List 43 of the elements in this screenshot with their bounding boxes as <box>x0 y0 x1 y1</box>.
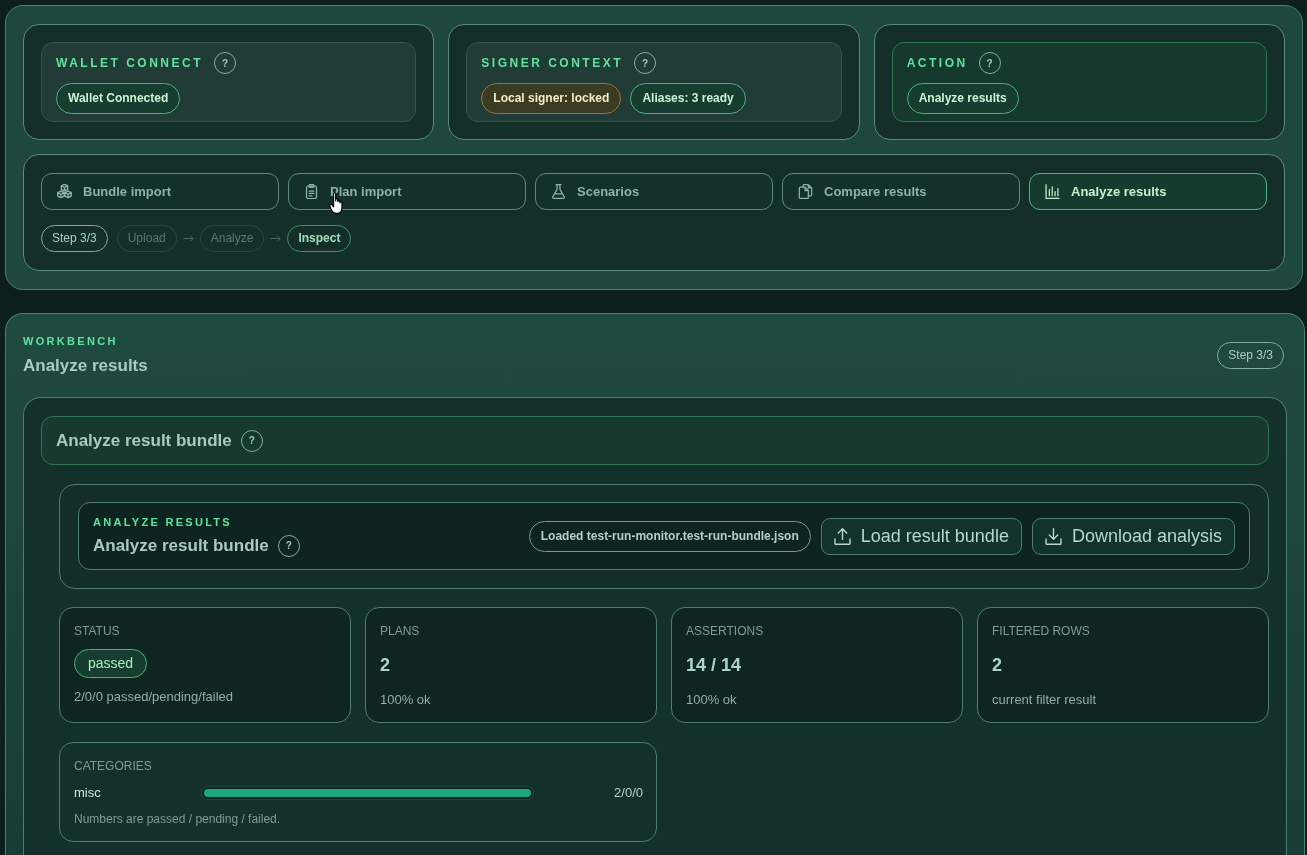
status-badge: Wallet Connected <box>56 83 181 114</box>
stat-label: STATUS <box>74 624 120 638</box>
status-badge: passed <box>74 649 148 678</box>
page-title: Analyze results <box>23 356 148 376</box>
section-label: ACTION <box>906 56 968 70</box>
footnote-text: Numbers are passed / pending / failed. <box>74 812 282 826</box>
arrow-right-icon <box>182 235 194 242</box>
download-icon <box>1044 527 1062 545</box>
section-title: Analyze result bundle <box>56 430 232 451</box>
stat-label: ASSERTIONS <box>686 624 764 638</box>
stat-value: 14 / 14 <box>686 654 742 676</box>
clipboard-icon <box>304 184 319 199</box>
nav-tab[interactable]: Bundle import <box>41 173 279 210</box>
stat-note: 100% ok <box>380 692 431 707</box>
nav-tab[interactable]: Compare results <box>782 173 1020 210</box>
flask-icon <box>551 184 566 199</box>
arrow-right-icon <box>270 235 282 242</box>
status-badge: Aliases: 3 ready <box>630 83 746 114</box>
download-button[interactable]: Download analysis <box>1031 517 1235 555</box>
cubes-icon <box>57 184 72 199</box>
stat-value: 2 <box>992 654 1002 676</box>
section-label: WALLET CONNECT <box>56 56 203 70</box>
section-title: Analyze result bundle <box>93 535 269 556</box>
stat-note: current filter result <box>992 692 1097 707</box>
status-badge: Local signer: locked <box>481 83 622 114</box>
stat-note: 2/0/0 passed/pending/failed <box>74 689 233 704</box>
stat-label: PLANS <box>380 624 420 638</box>
status-badge: Analyze results <box>906 83 1019 114</box>
section-label: WORKBENCH <box>23 335 119 347</box>
category-counts: 2/0/0 <box>613 785 643 800</box>
section-label: ANALYZE RESULTS <box>93 515 233 528</box>
nav-tab[interactable]: Scenarios <box>535 173 773 210</box>
nav-tab[interactable]: Analyze results <box>1029 173 1267 210</box>
stat-label: FILTERED ROWS <box>992 624 1090 638</box>
documents-icon <box>798 184 813 199</box>
section-label: SIGNER CONTEXT <box>481 56 623 70</box>
upload-icon <box>833 527 851 545</box>
stat-value: 2 <box>380 654 390 676</box>
category-name: misc <box>74 785 102 800</box>
bar-chart-icon <box>1045 184 1060 199</box>
stat-note: 100% ok <box>686 692 737 707</box>
stat-label: CATEGORIES <box>74 759 153 773</box>
load-button[interactable]: Load result bundle <box>820 517 1022 555</box>
